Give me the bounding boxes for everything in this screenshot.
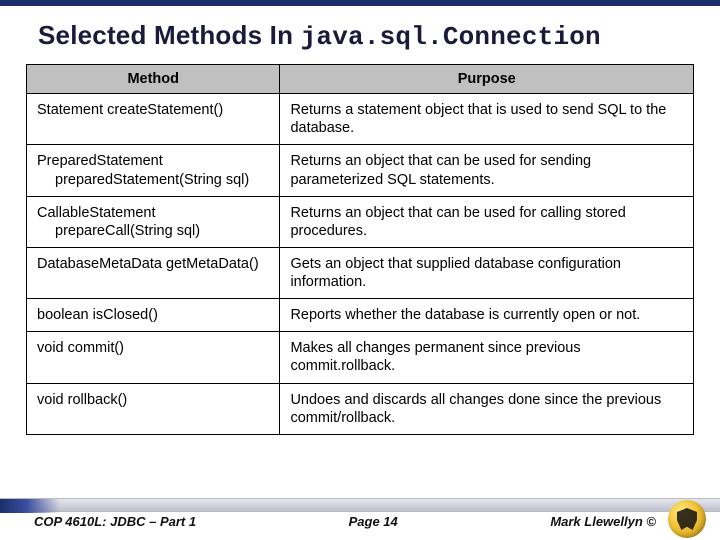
header-method: Method (27, 65, 280, 94)
purpose-cell: Reports whether the database is currentl… (280, 299, 694, 332)
purpose-cell: Undoes and discards all changes done sin… (280, 383, 694, 434)
method-line1: CallableStatement (37, 205, 156, 221)
purpose-cell: Returns an object that can be used for s… (280, 145, 694, 196)
table-row: Statement createStatement() Returns a sta… (27, 94, 694, 145)
footer-course: COP 4610L: JDBC – Part 1 (34, 514, 196, 529)
table-header-row: Method Purpose (27, 65, 694, 94)
method-cell: DatabaseMetaData getMetaData() (27, 247, 280, 298)
table-row: CallableStatementprepareCall(String sql)… (27, 196, 694, 247)
purpose-cell: Returns a statement object that is used … (280, 94, 694, 145)
method-line1: boolean isClosed() (37, 307, 158, 323)
methods-table: Method Purpose Statement createStatement… (26, 64, 694, 435)
table-row: PreparedStatement preparedStatement(Strin… (27, 145, 694, 196)
table-row: void rollback() Undoes and discards all c… (27, 383, 694, 434)
method-line2: prepareCall(String sql) (37, 222, 269, 240)
method-cell: CallableStatementprepareCall(String sql) (27, 196, 280, 247)
footer-author: Mark Llewellyn © (550, 514, 656, 529)
method-line1: DatabaseMetaData getMetaData() (37, 256, 259, 272)
footer-text: COP 4610L: JDBC – Part 1 Page 14 Mark Ll… (0, 514, 720, 529)
method-line1: PreparedStatement (37, 153, 163, 169)
method-cell: void rollback() (27, 383, 280, 434)
title-prefix: Selected Methods In (38, 20, 301, 50)
method-line1: void commit() (37, 340, 124, 356)
method-cell: PreparedStatement preparedStatement(Strin… (27, 145, 280, 196)
method-line1: void rollback() (37, 392, 127, 408)
ucf-logo-icon (668, 500, 706, 538)
method-line2: preparedStatement(String sql) (37, 171, 269, 189)
table-row: boolean isClosed() Reports whether the da… (27, 299, 694, 332)
header-purpose: Purpose (280, 65, 694, 94)
method-line1: Statement createStatement() (37, 102, 223, 118)
purpose-cell: Gets an object that supplied database co… (280, 247, 694, 298)
method-cell: boolean isClosed() (27, 299, 280, 332)
method-cell: void commit() (27, 332, 280, 383)
title-code: java.sql.Connection (301, 22, 601, 52)
table-row: void commit() Makes all changes permanent… (27, 332, 694, 383)
table-row: DatabaseMetaData getMetaData() Gets an ob… (27, 247, 694, 298)
slide-footer: COP 4610L: JDBC – Part 1 Page 14 Mark Ll… (0, 498, 720, 540)
footer-page: Page 14 (349, 514, 398, 529)
footer-beam (0, 498, 720, 512)
method-cell: Statement createStatement() (27, 94, 280, 145)
page-title: Selected Methods In java.sql.Connection (0, 6, 720, 64)
purpose-cell: Returns an object that can be used for c… (280, 196, 694, 247)
purpose-cell: Makes all changes permanent since previo… (280, 332, 694, 383)
methods-table-container: Method Purpose Statement createStatement… (0, 64, 720, 435)
